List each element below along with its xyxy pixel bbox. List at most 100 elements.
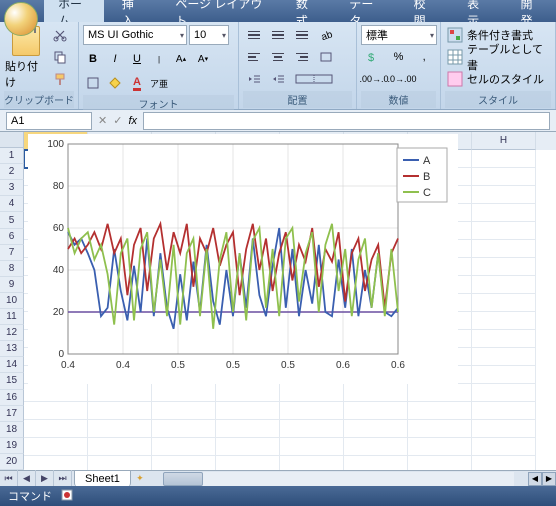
cell[interactable]: [280, 456, 344, 470]
cell[interactable]: [88, 420, 152, 438]
cell-styles[interactable]: セルのスタイル: [445, 69, 551, 89]
cell[interactable]: [280, 402, 344, 420]
font-name-combo[interactable]: MS UI Gothic▾: [83, 25, 187, 45]
cell[interactable]: [280, 438, 344, 456]
tab-nav-next[interactable]: ▶: [36, 470, 54, 488]
cell[interactable]: [472, 330, 536, 348]
merge-center[interactable]: [291, 69, 337, 89]
align-bottom[interactable]: [291, 25, 313, 45]
scroll-left[interactable]: ◀: [528, 472, 542, 486]
row-header[interactable]: 18: [0, 422, 24, 438]
copy-button[interactable]: [50, 47, 70, 67]
row-header[interactable]: 17: [0, 406, 24, 422]
cell[interactable]: [344, 402, 408, 420]
cell[interactable]: [280, 384, 344, 402]
align-center[interactable]: [267, 47, 289, 67]
cell[interactable]: [472, 348, 536, 366]
border-button[interactable]: [83, 73, 103, 93]
tab-nav-last[interactable]: ⏭: [54, 470, 72, 488]
cell[interactable]: [472, 186, 536, 204]
increase-decimal[interactable]: .00→.0: [361, 69, 387, 89]
format-painter-button[interactable]: [50, 69, 70, 89]
cell[interactable]: [280, 420, 344, 438]
tab-nav-prev[interactable]: ◀: [18, 470, 36, 488]
cell[interactable]: [152, 456, 216, 470]
row-header[interactable]: 19: [0, 438, 24, 454]
cell[interactable]: [24, 402, 88, 420]
cell[interactable]: [88, 384, 152, 402]
cell[interactable]: [472, 294, 536, 312]
align-right[interactable]: [291, 47, 313, 67]
cancel-icon[interactable]: ✕: [98, 114, 107, 127]
tab-nav-first[interactable]: ⏮: [0, 470, 18, 488]
cell[interactable]: [472, 150, 536, 168]
font-color-button[interactable]: A: [127, 73, 147, 93]
cell[interactable]: [472, 438, 536, 456]
cell[interactable]: [216, 384, 280, 402]
fill-color-button[interactable]: [105, 73, 125, 93]
cell[interactable]: [152, 384, 216, 402]
shrink-font-button[interactable]: A▾: [193, 49, 213, 69]
currency-button[interactable]: $: [361, 47, 385, 67]
comma-button[interactable]: ,: [412, 47, 436, 67]
cell[interactable]: [472, 258, 536, 276]
name-box[interactable]: A1: [6, 112, 92, 130]
cell[interactable]: [408, 420, 472, 438]
cut-button[interactable]: [50, 25, 70, 45]
cell[interactable]: [216, 402, 280, 420]
number-format-combo[interactable]: 標準▾: [361, 25, 437, 45]
cell[interactable]: [472, 366, 536, 384]
cell[interactable]: [216, 420, 280, 438]
formula-input[interactable]: [143, 112, 550, 130]
row-header[interactable]: 12: [0, 325, 24, 341]
cell[interactable]: [472, 456, 536, 470]
row-header[interactable]: 4: [0, 196, 24, 212]
row-header[interactable]: 1: [0, 148, 24, 164]
sheet-tab[interactable]: Sheet1: [74, 470, 131, 487]
grow-font-button[interactable]: A▴: [171, 49, 191, 69]
cell[interactable]: [24, 420, 88, 438]
cell[interactable]: [344, 456, 408, 470]
row-header[interactable]: 15: [0, 373, 24, 389]
row-header[interactable]: 6: [0, 229, 24, 245]
cell[interactable]: [88, 402, 152, 420]
orientation[interactable]: ab: [315, 25, 337, 45]
italic-button[interactable]: I: [105, 49, 125, 69]
row-header[interactable]: 16: [0, 390, 24, 406]
cell[interactable]: [408, 438, 472, 456]
office-button[interactable]: [4, 2, 38, 36]
bold-button[interactable]: B: [83, 49, 103, 69]
row-header[interactable]: 5: [0, 212, 24, 228]
horizontal-scrollbar[interactable]: ⏮ ◀ ▶ ⏭ Sheet1 ✦ ◀ ▶: [0, 470, 556, 486]
cell[interactable]: [152, 420, 216, 438]
cell[interactable]: [152, 402, 216, 420]
wrap-text[interactable]: [315, 47, 337, 67]
cell[interactable]: [408, 402, 472, 420]
row-header[interactable]: 2: [0, 164, 24, 180]
cell[interactable]: [344, 384, 408, 402]
enter-icon[interactable]: ✓: [113, 114, 122, 127]
cell[interactable]: [344, 438, 408, 456]
cell[interactable]: [344, 420, 408, 438]
new-sheet-icon[interactable]: ✦: [131, 470, 149, 488]
percent-button[interactable]: %: [387, 47, 411, 67]
cell[interactable]: [472, 204, 536, 222]
cell[interactable]: [152, 438, 216, 456]
row-header[interactable]: 9: [0, 277, 24, 293]
increase-indent[interactable]: [267, 69, 289, 89]
select-all-corner[interactable]: [0, 132, 24, 148]
decrease-decimal[interactable]: .0→.00: [389, 69, 415, 89]
cell[interactable]: [472, 240, 536, 258]
row-header[interactable]: 8: [0, 261, 24, 277]
cell[interactable]: [88, 438, 152, 456]
cell[interactable]: [24, 456, 88, 470]
scroll-thumb[interactable]: [163, 472, 203, 486]
cell[interactable]: [408, 456, 472, 470]
cell[interactable]: [88, 456, 152, 470]
row-header[interactable]: 13: [0, 341, 24, 357]
cell[interactable]: [472, 168, 536, 186]
row-header[interactable]: 11: [0, 309, 24, 325]
cell[interactable]: [216, 456, 280, 470]
align-left[interactable]: [243, 47, 265, 67]
macro-record-icon[interactable]: [60, 488, 74, 505]
